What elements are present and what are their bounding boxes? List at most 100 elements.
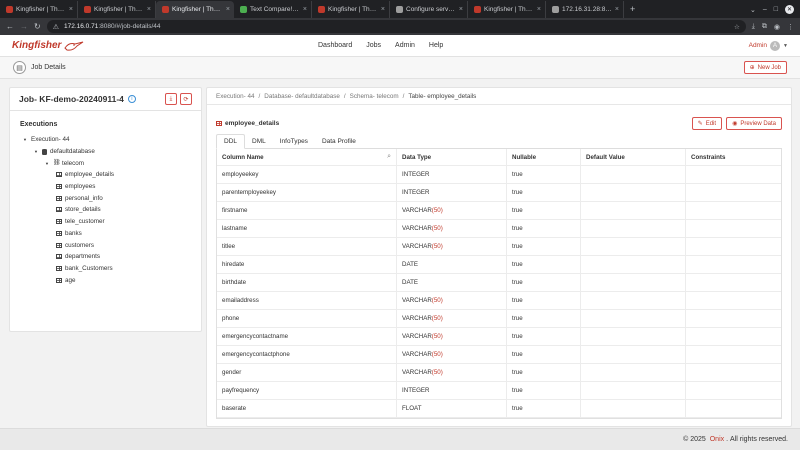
tree-node-personal-info[interactable]: personal_info <box>23 192 201 204</box>
avatar[interactable]: A <box>770 40 781 51</box>
back-icon[interactable]: ← <box>6 22 14 31</box>
tab-data-profile[interactable]: Data Profile <box>315 134 363 148</box>
forward-icon[interactable]: → <box>20 22 28 31</box>
download-icon[interactable]: ⤓ <box>752 23 755 31</box>
table-row[interactable]: emergencycontactphone VARCHAR (50) true <box>217 346 781 364</box>
tab-close-icon[interactable]: × <box>303 6 307 13</box>
nullable-cell: true <box>507 310 581 327</box>
tree-node-tele-customer[interactable]: tele_customer <box>23 216 201 228</box>
edit-button[interactable]: ✎ Edit <box>691 117 723 130</box>
breadcrumb-item[interactable]: Schema- telecom <box>350 93 399 100</box>
tree-node-employees[interactable]: employees <box>23 181 201 193</box>
nav-item-dashboard[interactable]: Dashboard <box>318 42 352 49</box>
tab-close-icon[interactable]: × <box>147 6 151 13</box>
browser-tab[interactable]: Kingfisher | The Data C× <box>0 1 78 18</box>
caret-down-icon[interactable]: ▼ <box>34 149 39 154</box>
nav-item-help[interactable]: Help <box>429 42 443 49</box>
download-button[interactable]: ⤓ <box>165 93 177 105</box>
user-name[interactable]: Admin <box>749 42 767 49</box>
table-row[interactable]: titlee VARCHAR (50) true <box>217 238 781 256</box>
new-job-button[interactable]: ⊕ New Job <box>743 61 787 74</box>
table-row[interactable]: phone VARCHAR (50) true <box>217 310 781 328</box>
tab-close-icon[interactable]: × <box>381 6 385 13</box>
tree-node-defaultdatabase[interactable]: ▼ defaultdatabase <box>23 146 201 158</box>
tab-search-icon[interactable]: ⌄ <box>750 6 756 14</box>
table-row[interactable]: emergencycontactname VARCHAR (50) true <box>217 328 781 346</box>
table-row[interactable]: lastname VARCHAR (50) true <box>217 220 781 238</box>
table-row[interactable]: emailaddress VARCHAR (50) true <box>217 292 781 310</box>
kingfisher-logo[interactable]: Kingfisher <box>12 40 85 52</box>
tab-close-icon[interactable]: × <box>615 6 619 13</box>
browser-tab[interactable]: Kingfisher | The Data C× <box>78 1 156 18</box>
minimize-icon[interactable]: – <box>763 6 767 13</box>
tree-node-execution-44[interactable]: ▼ Execution- 44 <box>23 134 201 146</box>
nav-item-jobs[interactable]: Jobs <box>366 42 381 49</box>
column-header[interactable]: Constraints <box>686 149 781 165</box>
tree-node-banks[interactable]: banks <box>23 228 201 240</box>
tab-close-icon[interactable]: × <box>537 6 541 13</box>
browser-tab[interactable]: Kingfisher | The Data C× <box>156 1 234 18</box>
bookmark-star-icon[interactable]: ☆ <box>734 23 740 31</box>
new-tab-icon[interactable]: + <box>624 4 635 18</box>
table-row[interactable]: employeekey INTEGER true <box>217 166 781 184</box>
browser-tab[interactable]: Kingfisher | The Data C× <box>468 1 546 18</box>
breadcrumb-item[interactable]: Database- defaultdatabase <box>264 93 340 100</box>
tree-node-label: telecom <box>62 159 85 167</box>
tab-title: Kingfisher | The Data C <box>484 6 534 13</box>
tree-node-employee-details[interactable]: employee_details <box>23 169 201 181</box>
breadcrumb-separator: / <box>402 92 405 100</box>
preview-data-button[interactable]: ◉ Preview Data <box>726 117 782 130</box>
column-header[interactable]: Column Name ⌕ <box>217 149 397 165</box>
tree-node-age[interactable]: age <box>23 274 201 286</box>
table-row[interactable]: parentemployeekey INTEGER true <box>217 184 781 202</box>
tab-dml[interactable]: DML <box>245 134 273 148</box>
browser-tab[interactable]: Kingfisher | The Data C× <box>312 1 390 18</box>
database-icon <box>42 148 47 155</box>
extensions-icon[interactable]: ⧉ <box>762 23 767 31</box>
not-secure-icon[interactable]: ⚠ <box>53 23 59 31</box>
nav-item-admin[interactable]: Admin <box>395 42 415 49</box>
caret-down-icon[interactable]: ▼ <box>45 161 50 166</box>
search-icon[interactable]: ⌕ <box>387 153 391 161</box>
close-window-icon[interactable]: ✕ <box>785 5 794 14</box>
tab-infotypes[interactable]: InfoTypes <box>273 134 315 148</box>
edit-icon: ✎ <box>697 121 703 127</box>
tab-close-icon[interactable]: × <box>459 6 463 13</box>
table-row[interactable]: firstname VARCHAR (50) true <box>217 202 781 220</box>
column-header[interactable]: Nullable <box>507 149 581 165</box>
menu-icon[interactable]: ⋮ <box>787 23 794 31</box>
column-header[interactable]: Data Type <box>397 149 507 165</box>
table-row[interactable]: birthdate DATE true <box>217 274 781 292</box>
refresh-button[interactable]: ⟳ <box>180 93 192 105</box>
tab-close-icon[interactable]: × <box>226 6 230 13</box>
maximize-icon[interactable]: □ <box>774 6 778 13</box>
table-row[interactable]: gender VARCHAR (50) true <box>217 364 781 382</box>
profile-icon[interactable]: ◉ <box>774 23 780 31</box>
table-row[interactable]: payfrequency INTEGER true <box>217 382 781 400</box>
tree-node-store-details[interactable]: store_details <box>23 204 201 216</box>
column-name-cell: firstname <box>217 202 397 219</box>
browser-tab[interactable]: 172.16.31.28:8080/× <box>546 1 624 18</box>
breadcrumb-item[interactable]: Execution- 44 <box>216 93 255 100</box>
browser-tab[interactable]: Text Compare! - Find d× <box>234 1 312 18</box>
tab-close-icon[interactable]: × <box>69 6 73 13</box>
table-row[interactable]: hiredate DATE true <box>217 256 781 274</box>
tree-node-telecom[interactable]: ▼ ⛓ telecom <box>23 157 201 169</box>
reload-icon[interactable]: ↻ <box>34 22 41 31</box>
tab-ddl[interactable]: DDL <box>216 134 246 149</box>
info-icon[interactable]: i <box>127 95 136 103</box>
default-value-cell <box>581 310 686 327</box>
chevron-down-icon[interactable]: ▼ <box>783 43 788 49</box>
tree-node-customers[interactable]: customers <box>23 239 201 251</box>
tree-node-bank-customers[interactable]: bank_Customers <box>23 263 201 275</box>
table-row[interactable]: baserate FLOAT true <box>217 400 781 418</box>
browser-tab[interactable]: Configure server-side e× <box>390 1 468 18</box>
address-bar[interactable]: ⚠ 172.16.0.71:8080/#/job-details/44 ☆ <box>46 20 746 33</box>
url-text[interactable]: 172.16.0.71:8080/#/job-details/44 <box>64 23 729 30</box>
column-header[interactable]: Default Value <box>581 149 686 165</box>
tab-title: Kingfisher | The Data C <box>16 6 66 13</box>
caret-down-icon[interactable]: ▼ <box>23 137 28 142</box>
tree-node-departments[interactable]: departments <box>23 251 201 263</box>
user-menu[interactable]: Admin A ▼ <box>749 40 788 51</box>
footer-brand-link[interactable]: Onix <box>710 436 724 443</box>
